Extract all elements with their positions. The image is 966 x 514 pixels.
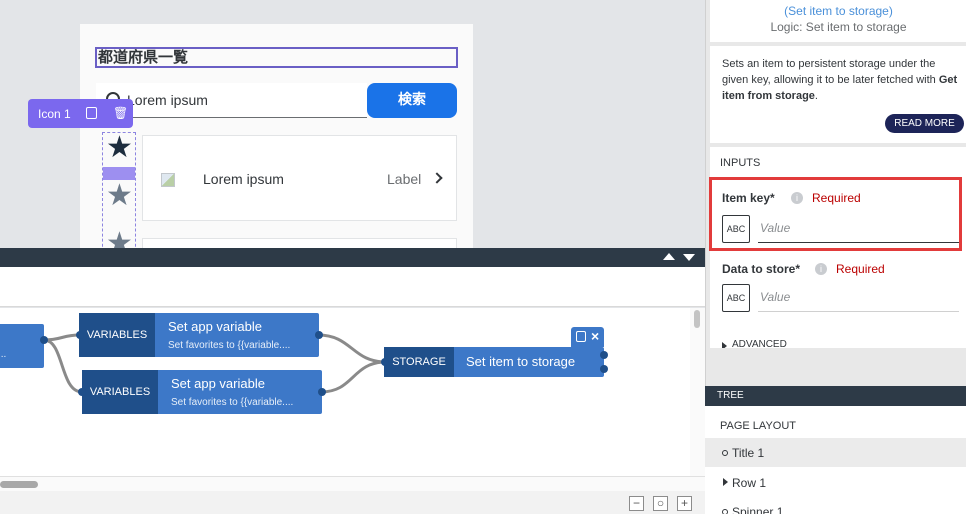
description-text-end: .: [814, 90, 818, 102]
info-icon[interactable]: i: [791, 192, 803, 204]
logic-node-set-item-to-storage[interactable]: STORAGE Set item to storage: [384, 347, 604, 377]
logic-horizontal-scrollbar[interactable]: [0, 476, 705, 491]
star-icon[interactable]: ★: [106, 181, 133, 211]
logic-node-partial[interactable]: ...: [0, 324, 44, 368]
zoom-out-button[interactable]: −: [629, 496, 644, 511]
search-button[interactable]: 検索: [367, 83, 457, 118]
logic-node-category: VARIABLES: [79, 313, 155, 357]
logic-node-category: VARIABLES: [82, 370, 158, 414]
page-title[interactable]: 都道府県一覧: [95, 47, 458, 68]
inputs-header: INPUTS: [710, 147, 966, 175]
list-item[interactable]: Lorem ipsum Label: [142, 135, 457, 221]
logic-panel-bar: [0, 248, 705, 267]
tree-item-label: Spinner 1: [732, 505, 784, 514]
read-more-button[interactable]: READ MORE: [885, 114, 964, 133]
item-key-label: Item key*: [722, 191, 775, 205]
tree-node-bullet-icon: [722, 509, 728, 514]
logic-toolbar: [0, 267, 705, 307]
logic-node-set-app-variable[interactable]: VARIABLES Set app variable Set favorites…: [79, 313, 319, 357]
item-key-property: Item key* i Required ABC Value: [710, 175, 966, 253]
list-item[interactable]: [142, 238, 457, 248]
required-indicator: Required: [836, 262, 885, 276]
logic-node-title: Set app variable: [168, 319, 262, 334]
page-preview: 都道府県一覧 Lorem ipsum 検索 Lorem ipsum Label …: [80, 24, 473, 248]
node-output-port[interactable]: [600, 365, 608, 373]
search-input-value: Lorem ipsum: [127, 92, 208, 108]
node-input-port[interactable]: [78, 388, 86, 396]
properties-header: (Set item to storage) Logic: Set item to…: [710, 0, 966, 42]
item-key-input[interactable]: Value: [758, 215, 959, 243]
caret-right-icon: [722, 342, 727, 348]
caret-right-icon[interactable]: [723, 478, 728, 486]
tree-item-spinner[interactable]: Spinner 1: [705, 497, 966, 514]
logic-node-title: Set item to storage: [466, 354, 576, 369]
tree-node-bullet-icon: [722, 450, 728, 456]
selected-component-name: Icon 1: [38, 107, 71, 121]
list-item-label: Label: [387, 171, 422, 187]
required-indicator: Required: [812, 191, 861, 205]
flow-function-link[interactable]: (Set item to storage): [710, 0, 966, 18]
zoom-reset-button[interactable]: ○: [653, 496, 668, 511]
node-output-port[interactable]: [600, 351, 608, 359]
function-description: Sets an item to persistent storage under…: [710, 46, 966, 143]
logic-node-category: STORAGE: [384, 347, 454, 377]
info-icon[interactable]: i: [815, 263, 827, 275]
tree-panel: TREE PAGE LAYOUT Title 1 Row 1 Spinner 1: [705, 386, 966, 514]
chevron-right-icon: [431, 172, 443, 184]
tree-item-label: Title 1: [732, 446, 765, 460]
advanced-label: ADVANCED: [732, 339, 787, 348]
data-to-store-label: Data to store*: [722, 262, 801, 276]
duplicate-icon[interactable]: [86, 107, 97, 119]
node-toolbar: ×: [571, 327, 604, 347]
app-canvas: 都道府県一覧 Lorem ipsum 検索 Lorem ipsum Label …: [0, 0, 705, 248]
tree-item-row[interactable]: Row 1: [705, 468, 966, 497]
tree-item-label: Row 1: [732, 476, 767, 490]
node-input-port[interactable]: [381, 358, 389, 366]
zoom-in-button[interactable]: +: [677, 496, 692, 511]
description-text: Sets an item to persistent storage under…: [722, 58, 939, 86]
tree-item-title[interactable]: Title 1: [705, 438, 966, 467]
icon-column[interactable]: ★ ★ ★: [102, 132, 136, 248]
flow-function-subtitle: Logic: Set item to storage: [770, 20, 907, 34]
logic-vertical-scrollbar[interactable]: [690, 308, 705, 476]
collapse-down-icon[interactable]: [683, 254, 695, 261]
advanced-section-toggle[interactable]: ADVANCED: [710, 318, 966, 348]
zoom-controls: − ○ +: [0, 491, 705, 514]
page-layout-label: PAGE LAYOUT: [720, 420, 797, 432]
properties-panel: (Set item to storage) Logic: Set item to…: [705, 0, 966, 386]
logic-node-subtitle: Set favorites to {{variable....: [171, 397, 294, 408]
logic-node-title: Set app variable: [171, 376, 265, 391]
node-output-port[interactable]: [40, 336, 48, 344]
expand-up-icon[interactable]: [663, 253, 675, 260]
logic-node-subtitle: Set favorites to {{variable....: [168, 340, 291, 351]
node-output-port[interactable]: [315, 331, 323, 339]
scrollbar-thumb[interactable]: [0, 481, 38, 488]
scrollbar-thumb[interactable]: [694, 310, 700, 328]
data-to-store-property: Data to store* i Required ABC Value: [710, 253, 966, 318]
node-output-port[interactable]: [318, 388, 326, 396]
selected-component-tag: Icon 1 🗑: [28, 99, 133, 128]
tree-header: TREE: [705, 386, 966, 406]
binding-type-button[interactable]: ABC: [722, 215, 750, 243]
logic-node-subtitle: ...: [0, 349, 7, 360]
list-item-title: Lorem ipsum: [203, 171, 284, 187]
binding-type-button[interactable]: ABC: [722, 284, 750, 312]
trash-icon[interactable]: 🗑: [113, 106, 128, 120]
star-icon[interactable]: ★: [106, 133, 133, 163]
data-to-store-input[interactable]: Value: [758, 284, 959, 312]
node-input-port[interactable]: [76, 331, 84, 339]
logic-canvas[interactable]: ... VARIABLES Set app variable Set favor…: [0, 308, 690, 476]
search-input[interactable]: Lorem ipsum: [96, 83, 367, 118]
close-icon[interactable]: ×: [591, 328, 599, 344]
logic-node-set-app-variable[interactable]: VARIABLES Set app variable Set favorites…: [82, 370, 322, 414]
duplicate-icon[interactable]: [576, 331, 586, 342]
broken-image-icon: [161, 173, 175, 187]
star-icon[interactable]: ★: [106, 229, 133, 249]
